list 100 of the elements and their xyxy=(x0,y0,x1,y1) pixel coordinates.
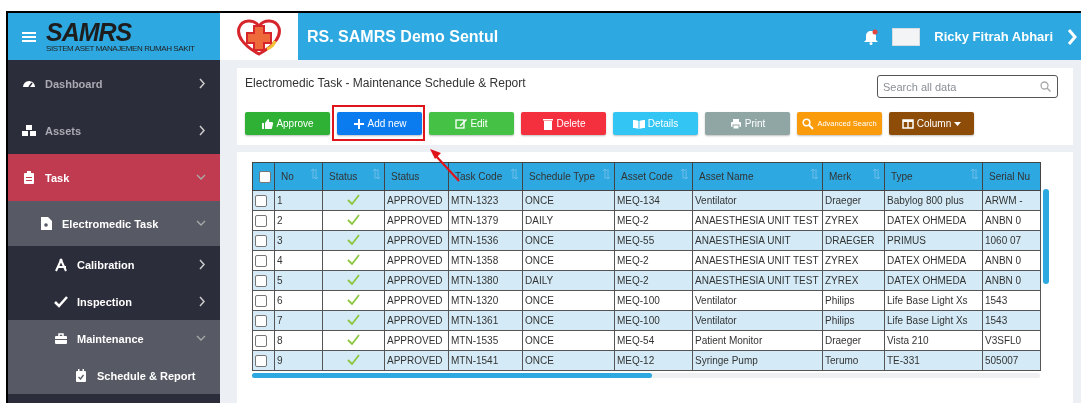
chevron-right-icon xyxy=(199,259,206,270)
table-cell: Life Base Light Xs xyxy=(887,315,968,326)
table-cell: APPROVED xyxy=(387,235,443,246)
table-cell: TE-331 xyxy=(887,355,920,366)
table-cell: APPROVED xyxy=(387,295,443,306)
sort-icon[interactable] xyxy=(681,169,688,179)
table-cell: DATEX OHMEDA xyxy=(887,275,967,286)
chevron-down-icon xyxy=(196,174,206,181)
table-cell: DAILY xyxy=(525,215,554,226)
sidebar-item[interactable]: Inspection xyxy=(8,283,220,320)
printer-icon xyxy=(729,117,742,130)
table-cell: ONCE xyxy=(525,195,554,206)
table-cell: DATEX OHMEDA xyxy=(887,255,967,266)
table-cell: PRIMUS xyxy=(887,235,926,246)
column-header[interactable]: Status xyxy=(391,171,420,182)
trash-icon xyxy=(541,117,554,130)
checkbox[interactable] xyxy=(255,194,267,207)
sort-icon[interactable] xyxy=(511,169,518,179)
cubes-icon xyxy=(22,123,36,138)
column-header[interactable]: Asset Name xyxy=(699,171,754,182)
sort-icon[interactable] xyxy=(811,169,818,179)
table-cell: MEQ-2 xyxy=(617,255,649,266)
chevron-right-icon xyxy=(199,78,206,89)
user-name[interactable]: Ricky Fitrah Abhari xyxy=(934,29,1053,44)
table-cell: APPROVED xyxy=(387,215,443,226)
toolbar-button[interactable]: Add new xyxy=(337,112,422,135)
table-cell: ZYREX xyxy=(825,215,859,226)
checkbox[interactable] xyxy=(255,234,267,247)
table-cell: 3 xyxy=(277,235,283,246)
sidebar-item[interactable]: Maintenance xyxy=(8,320,220,357)
sort-icon[interactable] xyxy=(971,169,978,179)
sort-icon[interactable] xyxy=(311,169,318,179)
table-cell: APPROVED xyxy=(387,335,443,346)
table-cell: ONCE xyxy=(525,315,554,326)
table-cell: MTN-1380 xyxy=(451,275,499,286)
sidebar-item[interactable]: Assets xyxy=(8,107,220,154)
calendar-icon xyxy=(74,368,88,383)
search-icon xyxy=(1040,81,1051,92)
check-icon xyxy=(54,294,68,309)
chevron-right-icon xyxy=(199,296,206,307)
table-cell: Vista 210 xyxy=(887,335,929,346)
sort-icon[interactable] xyxy=(873,169,880,179)
table-cell: APPROVED xyxy=(387,355,443,366)
table-cell: Draeger xyxy=(825,195,862,206)
table-cell: ONCE xyxy=(525,235,554,246)
table-cell: Syringe Pump xyxy=(695,355,758,366)
checkbox[interactable] xyxy=(255,334,267,347)
checkbox[interactable] xyxy=(255,274,267,287)
table-cell: MEQ-100 xyxy=(617,295,660,306)
bell-icon[interactable] xyxy=(864,28,879,45)
table-cell: MEQ-2 xyxy=(617,275,649,286)
sidebar-item[interactable]: Dashboard xyxy=(8,60,220,107)
table-cell: MTN-1358 xyxy=(451,255,499,266)
table-cell: ANBN 0 xyxy=(985,255,1022,266)
column-header[interactable]: Merk xyxy=(829,171,852,182)
table-cell: Ventilator xyxy=(695,195,737,206)
checkbox[interactable] xyxy=(259,170,271,183)
sidebar-item[interactable]: Calibration xyxy=(8,246,220,283)
table-cell: Terumo xyxy=(825,355,859,366)
checkbox[interactable] xyxy=(255,294,267,307)
toolbar-button[interactable]: Column xyxy=(889,112,974,135)
thumbs-up-icon xyxy=(261,117,274,130)
table-cell: MEQ-55 xyxy=(617,235,655,246)
scrollbar-thumb[interactable] xyxy=(1043,189,1049,284)
sidebar-item[interactable]: Schedule & Report xyxy=(8,357,220,394)
checkbox[interactable] xyxy=(255,354,267,367)
chevron-right-icon[interactable] xyxy=(1067,28,1077,45)
scrollbar-thumb[interactable] xyxy=(252,373,652,378)
sidebar-item[interactable]: Electromedic Task xyxy=(8,201,220,246)
chevron-right-icon xyxy=(199,125,206,136)
sort-icon[interactable] xyxy=(603,169,610,179)
page-title: Electromedic Task - Maintenance Schedule & Report xyxy=(245,76,526,90)
toolbar-button[interactable]: Print xyxy=(705,112,790,135)
column-header[interactable]: No xyxy=(281,171,294,182)
plus-icon xyxy=(352,117,365,130)
hospital-name: RS. SAMRS Demo Sentul xyxy=(306,26,500,47)
checkbox[interactable] xyxy=(255,254,267,267)
checkbox[interactable] xyxy=(255,314,267,327)
table-cell: DATEX OHMEDA xyxy=(887,215,967,226)
table-cell: MTN-1541 xyxy=(451,355,499,366)
menu-icon[interactable] xyxy=(22,30,36,43)
table-cell: MEQ-12 xyxy=(617,355,655,366)
column-header[interactable]: Status xyxy=(329,171,358,182)
table-cell: 8 xyxy=(277,335,283,346)
table-cell: ANBN 0 xyxy=(985,275,1022,286)
table-cell: ZYREX xyxy=(825,255,859,266)
table-cell: 4 xyxy=(277,255,283,266)
checkbox[interactable] xyxy=(255,214,267,227)
sidebar-item[interactable]: Task xyxy=(8,154,220,201)
clipboard-icon xyxy=(22,170,36,185)
table-cell: ZYREX xyxy=(825,275,859,286)
sort-icon[interactable] xyxy=(373,169,380,179)
table-cell: DRAEGER xyxy=(825,235,875,246)
table-cell: MTN-1535 xyxy=(451,335,499,346)
table-cell: MTN-1361 xyxy=(451,315,499,326)
chevron-down-icon xyxy=(196,335,206,342)
column-header[interactable]: Type xyxy=(891,171,913,182)
search-field[interactable]: Search all data xyxy=(877,75,1058,98)
toolbar-button[interactable]: Delete xyxy=(521,112,606,135)
toolbar-button[interactable]: Approve xyxy=(245,112,330,135)
